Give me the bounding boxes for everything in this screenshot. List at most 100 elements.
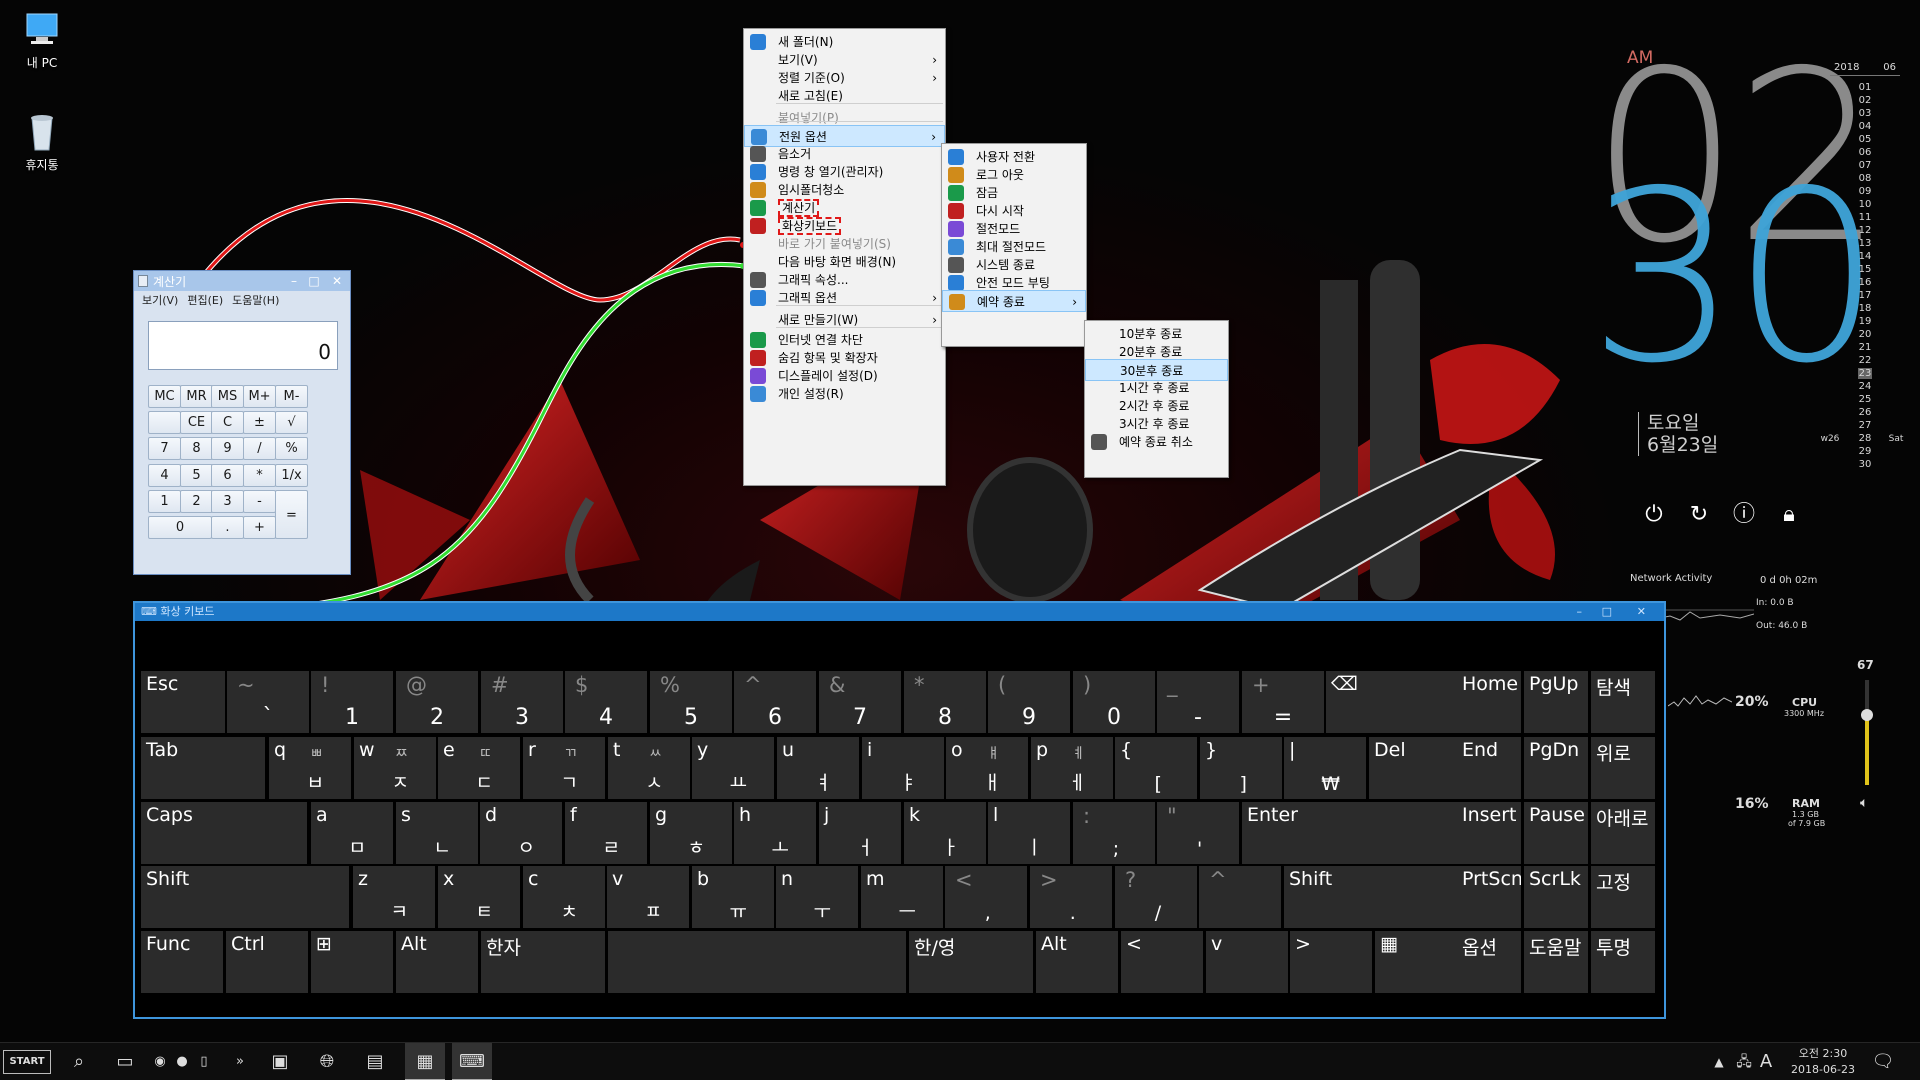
keyboard-taskbar-button[interactable]: ⌨: [452, 1043, 492, 1080]
key[interactable]: nㅜ: [776, 866, 858, 928]
tray-chevron-icon[interactable]: ▲: [1712, 1043, 1726, 1080]
key[interactable]: pㅔㅖ: [1031, 737, 1113, 799]
key[interactable]: {[: [1115, 737, 1197, 799]
key[interactable]: v: [1206, 931, 1288, 993]
nav-key[interactable]: PgDn: [1524, 737, 1588, 799]
menu-item[interactable]: 예약 종료 취소: [1085, 431, 1228, 453]
nav-key[interactable]: 아래로: [1591, 802, 1655, 864]
volume-knob[interactable]: [1861, 708, 1873, 721]
lock-icon[interactable]: 🔒︎: [1776, 502, 1802, 528]
nav-key[interactable]: End: [1457, 737, 1521, 799]
key[interactable]: + =: [1242, 671, 1324, 733]
calculator-key[interactable]: 8: [180, 437, 213, 460]
calculator-key[interactable]: √: [275, 411, 308, 434]
chrome-icon[interactable]: ◉: [150, 1043, 170, 1080]
messenger-icon[interactable]: ●: [172, 1043, 192, 1080]
key[interactable]: zㅋ: [353, 866, 435, 928]
key[interactable]: mㅡ: [861, 866, 943, 928]
calculator-key[interactable]: 3: [211, 490, 244, 513]
calculator-key[interactable]: 2: [180, 490, 213, 513]
calculator-key[interactable]: MR: [180, 385, 213, 408]
search-icon[interactable]: ⌕: [64, 1043, 94, 1080]
key[interactable]: wㅈㅉ: [354, 737, 436, 799]
calculator-key[interactable]: 6: [211, 464, 244, 487]
minimize-button[interactable]: –: [284, 274, 304, 288]
nav-key[interactable]: 도움말: [1524, 931, 1588, 993]
key[interactable]: _ -: [1157, 671, 1239, 733]
key[interactable]: 한자: [481, 931, 605, 993]
key[interactable]: r ㄱㄲ: [523, 737, 605, 799]
key[interactable]: @2: [396, 671, 478, 733]
menu-view[interactable]: 보기(V): [142, 292, 178, 308]
key[interactable]: >.: [1030, 866, 1112, 928]
key[interactable]: bㅠ: [692, 866, 774, 928]
calculator-key[interactable]: 9: [211, 437, 244, 460]
nav-key[interactable]: ScrLk: [1524, 866, 1588, 928]
explorer-icon[interactable]: ▤: [360, 1043, 390, 1080]
nav-key[interactable]: Insert: [1457, 802, 1521, 864]
calculator-key[interactable]: 5: [180, 464, 213, 487]
key[interactable]: fㄹ: [565, 802, 647, 864]
key[interactable]: Enter: [1242, 802, 1464, 864]
key[interactable]: & 7: [819, 671, 901, 733]
key[interactable]: | ₩: [1284, 737, 1366, 799]
network-icon[interactable]: 🖧︎: [1733, 1043, 1755, 1080]
nav-key[interactable]: 고정: [1591, 866, 1655, 928]
key[interactable]: t ㅅㅆ: [608, 737, 690, 799]
nav-key[interactable]: 위로: [1591, 737, 1655, 799]
key[interactable]: dㅇ: [480, 802, 562, 864]
key[interactable]: Tab: [141, 737, 265, 799]
calculator-key[interactable]: =: [275, 490, 308, 539]
key[interactable]: % 5: [650, 671, 732, 733]
minimize-button[interactable]: –: [1577, 603, 1583, 621]
calculator-titlebar[interactable]: 계산기 – □ ✕: [134, 271, 350, 291]
key[interactable]: yㅛ: [692, 737, 774, 799]
speaker-icon[interactable]: 🔈︎: [1860, 795, 1868, 811]
key[interactable]: ~ `: [227, 671, 309, 733]
key[interactable]: uㅕ: [777, 737, 859, 799]
calculator-key[interactable]: 1/x: [275, 464, 308, 487]
key[interactable]: <,: [945, 866, 1027, 928]
key[interactable]: aㅁ: [311, 802, 393, 864]
notification-icon[interactable]: 🗨︎: [1868, 1043, 1898, 1080]
calculator-key[interactable]: .: [211, 516, 244, 539]
key[interactable]: xㅌ: [438, 866, 520, 928]
key[interactable]: ⊞: [311, 931, 393, 993]
nav-key[interactable]: Home: [1457, 671, 1521, 733]
key[interactable]: qㅂㅃ: [269, 737, 351, 799]
key[interactable]: }]: [1200, 737, 1282, 799]
calculator-key[interactable]: M+: [243, 385, 276, 408]
close-button[interactable]: ✕: [324, 274, 350, 288]
nav-key[interactable]: PgUp: [1524, 671, 1588, 733]
key[interactable]: gㅎ: [650, 802, 732, 864]
nav-key[interactable]: 옵션: [1457, 931, 1521, 993]
key[interactable]: Ctrl: [226, 931, 308, 993]
nav-key[interactable]: 투명: [1591, 931, 1655, 993]
calculator-key[interactable]: CE: [180, 411, 213, 434]
key[interactable]: Esc: [141, 671, 225, 733]
calculator-taskbar-button[interactable]: ▦: [405, 1043, 445, 1080]
key[interactable]: Caps: [141, 802, 307, 864]
calculator-key[interactable]: MC: [148, 385, 181, 408]
key[interactable]: ! 1: [311, 671, 393, 733]
key[interactable]: iㅑ: [862, 737, 944, 799]
calculator-key[interactable]: C: [211, 411, 244, 434]
menu-help[interactable]: 도움말(H): [232, 292, 279, 308]
key[interactable]: Shift: [141, 866, 349, 928]
calculator-key[interactable]: 7: [148, 437, 181, 460]
calculator-key[interactable]: -: [243, 490, 276, 513]
key[interactable]: #3: [481, 671, 563, 733]
key[interactable]: ^: [1199, 866, 1281, 928]
key[interactable]: Func: [141, 931, 223, 993]
key[interactable]: lㅣ: [988, 802, 1070, 864]
key[interactable]: 한/영: [909, 931, 1033, 993]
key[interactable]: vㅍ: [607, 866, 689, 928]
calculator-key[interactable]: [148, 411, 181, 434]
key[interactable]: ? /: [1115, 866, 1197, 928]
key[interactable]: Alt: [1036, 931, 1118, 993]
key[interactable]: sㄴ: [396, 802, 478, 864]
key[interactable]: " ': [1157, 802, 1239, 864]
key[interactable]: ⌫: [1326, 671, 1460, 733]
key[interactable]: ) 0: [1073, 671, 1155, 733]
key[interactable]: eㄷㄸ: [438, 737, 520, 799]
